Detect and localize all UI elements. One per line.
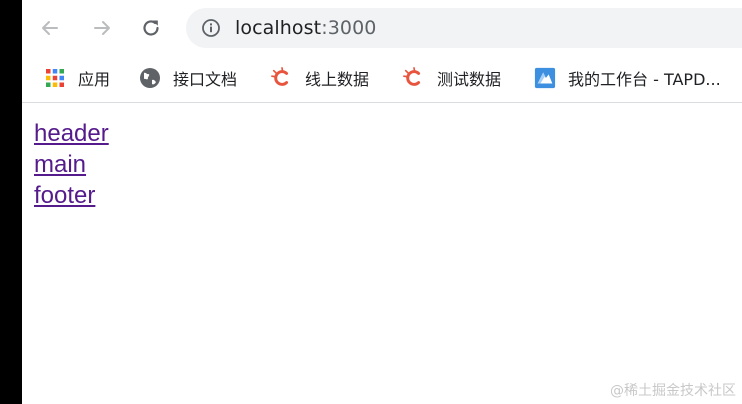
url-text: localhost:3000 — [235, 17, 376, 39]
browser-toolbar: localhost:3000 — [22, 0, 742, 56]
link-main[interactable]: main — [34, 149, 109, 180]
bookmarks-bar: 应用 接口文档 线上数据 测试数据 我的工作台 - TAPD... — [22, 56, 742, 103]
bookmark-label: 测试数据 — [437, 70, 502, 89]
site-info-icon[interactable] — [200, 17, 222, 39]
arrow-right-icon — [94, 21, 110, 35]
bookmark-api-docs[interactable]: 接口文档 — [139, 64, 237, 92]
reload-button[interactable] — [135, 12, 167, 44]
spark-c-icon — [403, 67, 425, 89]
left-edge-strip — [0, 0, 22, 404]
page-content: header main footer — [34, 118, 109, 211]
bookmark-label: 我的工作台 - TAPD... — [568, 70, 721, 89]
apps-grid-icon — [44, 67, 66, 89]
reload-icon — [143, 20, 159, 36]
tapd-icon — [534, 67, 556, 89]
bookmark-label: 应用 — [78, 70, 111, 89]
bookmark-online-data[interactable]: 线上数据 — [271, 64, 369, 92]
bookmark-apps[interactable]: 应用 — [44, 64, 110, 92]
back-button[interactable] — [34, 12, 66, 44]
address-bar[interactable]: localhost:3000 — [186, 8, 742, 48]
globe-icon — [139, 67, 161, 89]
url-port: :3000 — [321, 17, 377, 39]
watermark-text: @稀土掘金技术社区 — [610, 383, 736, 399]
arrow-left-icon — [42, 21, 58, 35]
bookmark-tapd-workbench[interactable]: 我的工作台 - TAPD... — [534, 64, 721, 92]
spark-c-icon — [271, 67, 293, 89]
forward-button[interactable] — [86, 12, 118, 44]
link-footer[interactable]: footer — [34, 180, 109, 211]
bookmark-test-data[interactable]: 测试数据 — [403, 64, 501, 92]
browser-window: localhost:3000 应用 接口文档 线上数据 测试数据 我的工作台 -… — [22, 0, 742, 404]
bookmark-label: 接口文档 — [173, 70, 238, 89]
link-header[interactable]: header — [34, 118, 109, 149]
url-host: localhost — [235, 17, 322, 39]
bookmark-label: 线上数据 — [305, 70, 370, 89]
